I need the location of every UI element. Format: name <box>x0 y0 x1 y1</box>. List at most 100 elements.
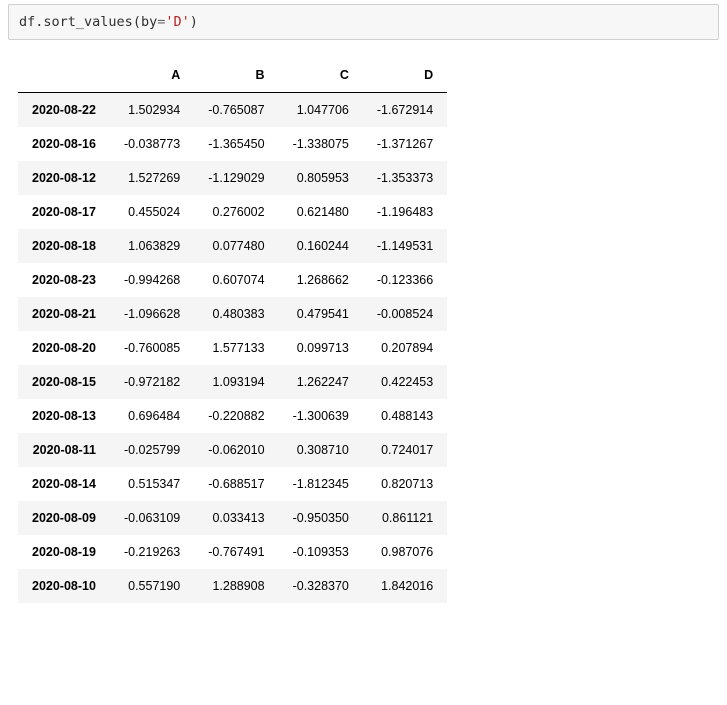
cell: -0.767491 <box>194 535 278 569</box>
row-index: 2020-08-19 <box>18 535 110 569</box>
cell: 1.577133 <box>194 331 278 365</box>
cell: -0.219263 <box>110 535 194 569</box>
row-index: 2020-08-21 <box>18 297 110 331</box>
cell: -1.371267 <box>363 127 447 161</box>
cell: 0.480383 <box>194 297 278 331</box>
table-row: 2020-08-181.0638290.0774800.160244-1.149… <box>18 229 447 263</box>
cell: 0.308710 <box>279 433 363 467</box>
cell: -1.812345 <box>279 467 363 501</box>
cell: -0.109353 <box>279 535 363 569</box>
index-header-blank <box>18 58 110 93</box>
cell: -0.950350 <box>279 501 363 535</box>
cell: 0.696484 <box>110 399 194 433</box>
cell: -0.063109 <box>110 501 194 535</box>
cell: 0.724017 <box>363 433 447 467</box>
cell: 0.805953 <box>279 161 363 195</box>
table-row: 2020-08-121.527269-1.1290290.805953-1.35… <box>18 161 447 195</box>
table-body: 2020-08-221.502934-0.7650871.047706-1.67… <box>18 93 447 604</box>
column-header: C <box>279 58 363 93</box>
table-row: 2020-08-100.5571901.288908-0.3283701.842… <box>18 569 447 603</box>
cell: -0.765087 <box>194 93 278 128</box>
cell: 0.621480 <box>279 195 363 229</box>
table-row: 2020-08-130.696484-0.220882-1.3006390.48… <box>18 399 447 433</box>
cell: -0.972182 <box>110 365 194 399</box>
cell: 0.207894 <box>363 331 447 365</box>
table-row: 2020-08-19-0.219263-0.767491-0.1093530.9… <box>18 535 447 569</box>
cell: -1.300639 <box>279 399 363 433</box>
code-method: sort_values <box>43 14 132 30</box>
cell: 1.288908 <box>194 569 278 603</box>
cell: -0.328370 <box>279 569 363 603</box>
row-index: 2020-08-15 <box>18 365 110 399</box>
code-object: df <box>19 14 35 30</box>
cell: -0.038773 <box>110 127 194 161</box>
cell: -1.672914 <box>363 93 447 128</box>
cell: 0.515347 <box>110 467 194 501</box>
table-row: 2020-08-140.515347-0.688517-1.8123450.82… <box>18 467 447 501</box>
cell: 1.268662 <box>279 263 363 297</box>
cell: 1.262247 <box>279 365 363 399</box>
cell: 0.987076 <box>363 535 447 569</box>
cell: 1.502934 <box>110 93 194 128</box>
cell: -1.149531 <box>363 229 447 263</box>
table-row: 2020-08-23-0.9942680.6070741.268662-0.12… <box>18 263 447 297</box>
cell: 0.861121 <box>363 501 447 535</box>
cell: -0.062010 <box>194 433 278 467</box>
cell: 0.099713 <box>279 331 363 365</box>
cell: 0.455024 <box>110 195 194 229</box>
output-area: ABCD 2020-08-221.502934-0.7650871.047706… <box>0 40 727 611</box>
cell: 0.820713 <box>363 467 447 501</box>
cell: 0.077480 <box>194 229 278 263</box>
table-row: 2020-08-11-0.025799-0.0620100.3087100.72… <box>18 433 447 467</box>
cell: 1.527269 <box>110 161 194 195</box>
cell: 0.557190 <box>110 569 194 603</box>
code-kwarg: by <box>141 14 157 30</box>
code-cell[interactable]: df.sort_values(by='D') <box>8 4 719 40</box>
column-header: A <box>110 58 194 93</box>
cell: 0.276002 <box>194 195 278 229</box>
row-index: 2020-08-11 <box>18 433 110 467</box>
row-index: 2020-08-13 <box>18 399 110 433</box>
row-index: 2020-08-09 <box>18 501 110 535</box>
cell: -0.220882 <box>194 399 278 433</box>
table-row: 2020-08-09-0.0631090.033413-0.9503500.86… <box>18 501 447 535</box>
cell: -1.129029 <box>194 161 278 195</box>
cell: 1.047706 <box>279 93 363 128</box>
table-row: 2020-08-170.4550240.2760020.621480-1.196… <box>18 195 447 229</box>
cell: -0.994268 <box>110 263 194 297</box>
row-index: 2020-08-12 <box>18 161 110 195</box>
dataframe-table: ABCD 2020-08-221.502934-0.7650871.047706… <box>18 58 447 603</box>
row-index: 2020-08-23 <box>18 263 110 297</box>
cell: 1.063829 <box>110 229 194 263</box>
row-index: 2020-08-22 <box>18 93 110 128</box>
table-row: 2020-08-221.502934-0.7650871.047706-1.67… <box>18 93 447 128</box>
row-index: 2020-08-20 <box>18 331 110 365</box>
row-index: 2020-08-17 <box>18 195 110 229</box>
cell: -0.008524 <box>363 297 447 331</box>
cell: 0.160244 <box>279 229 363 263</box>
cell: -1.096628 <box>110 297 194 331</box>
table-header: ABCD <box>18 58 447 93</box>
cell: -0.123366 <box>363 263 447 297</box>
cell: 0.033413 <box>194 501 278 535</box>
column-header: B <box>194 58 278 93</box>
cell: -0.025799 <box>110 433 194 467</box>
cell: -0.688517 <box>194 467 278 501</box>
column-header: D <box>363 58 447 93</box>
cell: -1.365450 <box>194 127 278 161</box>
cell: -1.196483 <box>363 195 447 229</box>
cell: -1.353373 <box>363 161 447 195</box>
row-index: 2020-08-14 <box>18 467 110 501</box>
cell: 0.488143 <box>363 399 447 433</box>
cell: 1.842016 <box>363 569 447 603</box>
table-row: 2020-08-16-0.038773-1.365450-1.338075-1.… <box>18 127 447 161</box>
cell: -0.760085 <box>110 331 194 365</box>
row-index: 2020-08-18 <box>18 229 110 263</box>
row-index: 2020-08-10 <box>18 569 110 603</box>
table-row: 2020-08-15-0.9721821.0931941.2622470.422… <box>18 365 447 399</box>
cell: 1.093194 <box>194 365 278 399</box>
cell: -1.338075 <box>279 127 363 161</box>
cell: 0.422453 <box>363 365 447 399</box>
table-row: 2020-08-21-1.0966280.4803830.479541-0.00… <box>18 297 447 331</box>
cell: 0.479541 <box>279 297 363 331</box>
